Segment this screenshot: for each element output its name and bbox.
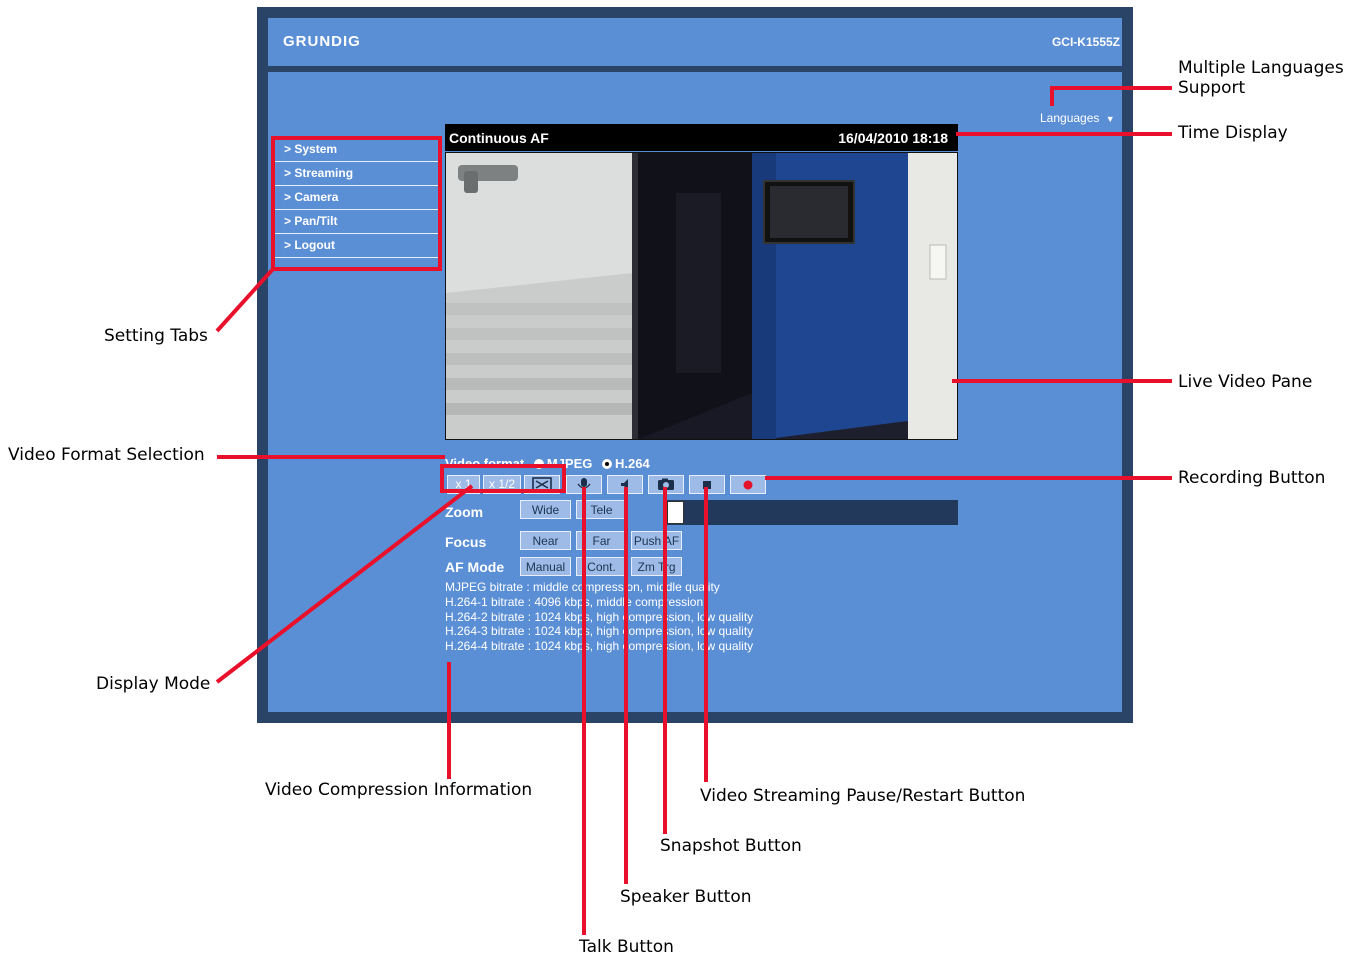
- callout-speaker: Speaker Button: [620, 887, 752, 907]
- callout-time: Time Display: [1178, 123, 1288, 143]
- callout-languages-line2: Support: [1178, 78, 1246, 98]
- callout-compression: Video Compression Information: [265, 780, 533, 800]
- callout-display: Display Mode: [96, 674, 211, 694]
- callout-languages-line1: Multiple Languages: [1178, 58, 1344, 78]
- callout-tabs: Setting Tabs: [104, 326, 208, 346]
- callout-snapshot: Snapshot Button: [660, 836, 802, 856]
- setting-tabs-highlight: [271, 136, 442, 271]
- callout-recording: Recording Button: [1178, 468, 1326, 488]
- callout-talk: Talk Button: [579, 937, 674, 957]
- callout-languages: Multiple Languages Support: [1178, 58, 1344, 98]
- callout-pause: Video Streaming Pause/Restart Button: [700, 786, 1026, 806]
- callout-live: Live Video Pane: [1178, 372, 1313, 392]
- callout-lines: [215, 86, 1172, 935]
- callout-format: Video Format Selection: [8, 445, 205, 465]
- display-mode-highlight: [440, 464, 566, 493]
